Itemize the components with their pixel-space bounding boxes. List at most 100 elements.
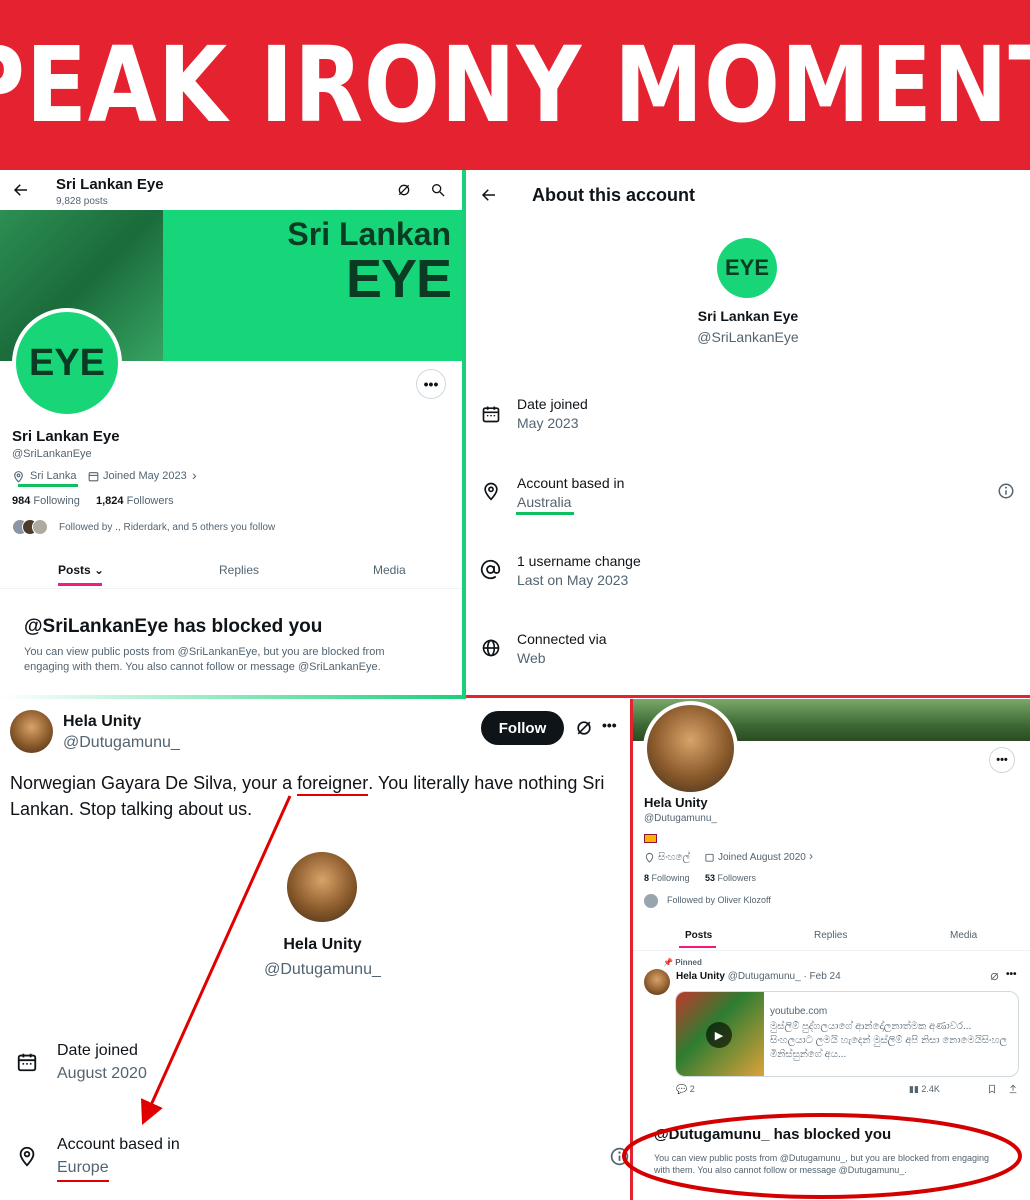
- handle: @Dutugamunu_: [644, 813, 717, 824]
- date-joined-label: Date joined: [57, 1042, 138, 1059]
- divider: [0, 588, 463, 589]
- info-icon[interactable]: [997, 482, 1015, 500]
- panel-separator: [0, 695, 466, 699]
- tab-media[interactable]: Media: [373, 563, 406, 577]
- blocked-title: @SriLankanEye has blocked you: [24, 616, 323, 637]
- display-name: Hela Unity: [644, 795, 708, 810]
- sri-lanka-flag-icon: [644, 834, 657, 843]
- calendar-icon: [16, 1051, 38, 1073]
- tab-replies[interactable]: Replies: [219, 563, 259, 577]
- followers-stat[interactable]: 1,824 Followers: [96, 495, 174, 507]
- hela-unity-tweet-panel: Hela Unity @Dutugamunu_ Follow ••• Norwe…: [0, 699, 630, 1200]
- follower-avatar: [32, 519, 48, 535]
- blocked-title: @Dutugamunu_ has blocked you: [654, 1126, 892, 1143]
- tab-posts[interactable]: Posts ⌄: [58, 563, 104, 577]
- date-joined-value: August 2020: [57, 1065, 147, 1082]
- highlighted-word: foreigner: [297, 773, 369, 796]
- at-sign-icon: [480, 559, 501, 580]
- location-highlight-underline: [18, 484, 78, 487]
- share-icon[interactable]: [1008, 1084, 1018, 1094]
- grok-icon[interactable]: [989, 971, 1000, 982]
- back-arrow-icon[interactable]: [480, 186, 498, 204]
- location-highlight-underline: [57, 1180, 109, 1182]
- account-based-value: Europe: [57, 1159, 109, 1176]
- grok-icon[interactable]: [574, 718, 594, 738]
- post-header: Hela Unity @Dutugamunu_ · Feb 24: [676, 971, 841, 982]
- view-count[interactable]: ▮▮ 2.4K: [909, 1084, 940, 1095]
- location-text: සිංහලේ: [658, 852, 691, 863]
- tab-media[interactable]: Media: [950, 930, 977, 941]
- tweet-text: Norwegian Gayara De Silva, your a foreig…: [10, 773, 605, 819]
- more-options-icon[interactable]: •••: [602, 717, 617, 733]
- post-more-icon[interactable]: •••: [1006, 969, 1017, 980]
- calendar-icon: [481, 404, 501, 424]
- avatar[interactable]: [643, 701, 738, 796]
- card-text: මුස්ලිම් පුද්ගලයාගේ ආන්දෝලනාත්මක අණාවර..…: [770, 1021, 1007, 1060]
- following-stat[interactable]: 984 Following: [12, 495, 80, 507]
- location-highlight-underline: [516, 512, 574, 515]
- tab-replies[interactable]: Replies: [814, 930, 847, 941]
- followed-by-text: Followed by Oliver Klozoff: [667, 895, 771, 905]
- tab-posts[interactable]: Posts: [685, 930, 712, 941]
- calendar-icon: [87, 470, 100, 483]
- grok-icon[interactable]: [396, 182, 412, 198]
- chevron-right-icon[interactable]: ›: [192, 467, 197, 483]
- hela-unity-profile-panel: ••• Hela Unity @Dutugamunu_ සිංහලේ Joine…: [633, 699, 1030, 1200]
- location-text: Sri Lanka: [30, 470, 77, 482]
- username-change-label: 1 username change: [517, 553, 641, 569]
- location-pin-icon: [644, 852, 655, 863]
- follow-button[interactable]: Follow: [481, 711, 564, 745]
- follower-avatars: [12, 519, 52, 537]
- date-joined-label: Date joined: [517, 396, 588, 412]
- divider: [633, 950, 1030, 951]
- reply-count[interactable]: 💬 2: [676, 1084, 695, 1095]
- blocked-message: You can view public posts from @Dutugamu…: [654, 1153, 989, 1175]
- back-arrow-icon[interactable]: [12, 181, 30, 199]
- play-icon: ▶: [706, 1022, 732, 1048]
- calendar-icon: [704, 852, 715, 863]
- banner-title: PEAK IRONY MOMENT: [0, 24, 1030, 146]
- more-options-button[interactable]: •••: [989, 747, 1015, 773]
- search-icon[interactable]: [430, 182, 446, 198]
- avatar[interactable]: EYE: [12, 308, 122, 418]
- author-handle[interactable]: @Dutugamunu_: [63, 734, 180, 752]
- followed-by-text: Followed by ., Riderdark, and 5 others y…: [59, 522, 276, 533]
- chevron-right-icon[interactable]: ›: [809, 849, 813, 863]
- avatar: EYE: [717, 238, 777, 298]
- about-name: Hela Unity: [283, 936, 362, 953]
- following-stat[interactable]: 8 Following: [644, 873, 690, 883]
- srilankaneye-profile-panel: Sri Lankan Eye 9,828 posts Sri Lankan EY…: [0, 170, 463, 697]
- joined-date: Joined May 2023: [103, 470, 187, 482]
- about-avatar: [287, 852, 357, 922]
- active-tab-underline: [679, 946, 716, 948]
- link-card[interactable]: ▶ youtube.com මුස්ලිම් පුද්ගලයාගේ ආන්දෝල…: [675, 991, 1019, 1077]
- more-options-button[interactable]: •••: [416, 369, 446, 399]
- author-name[interactable]: Hela Unity: [63, 713, 141, 731]
- location-pin-icon: [12, 470, 25, 483]
- follower-avatar: [644, 894, 658, 908]
- avatar[interactable]: [10, 710, 53, 753]
- post-avatar[interactable]: [644, 969, 670, 995]
- title-banner: PEAK IRONY MOMENT: [0, 0, 1030, 170]
- page-title: About this account: [532, 185, 695, 205]
- location-pin-icon: [16, 1145, 38, 1167]
- display-name: Sri Lankan Eye: [12, 428, 120, 445]
- globe-icon: [481, 638, 501, 658]
- connected-via-label: Connected via: [517, 631, 607, 647]
- about-account-panel: About this account EYE Sri Lankan Eye @S…: [466, 170, 1030, 697]
- post-count: 9,828 posts: [56, 196, 108, 207]
- joined-date: Joined August 2020: [718, 852, 806, 863]
- panel-separator: [630, 699, 633, 1200]
- account-based-label: Account based in: [517, 475, 625, 491]
- date-joined-value: May 2023: [517, 415, 579, 431]
- header-name: Sri Lankan Eye: [56, 176, 164, 193]
- account-based-label: Account based in: [57, 1136, 180, 1153]
- info-icon[interactable]: [609, 1146, 630, 1167]
- followers-stat[interactable]: 53 Followers: [705, 873, 756, 883]
- bookmark-icon[interactable]: [987, 1084, 997, 1094]
- panel-separator: [466, 695, 1030, 698]
- panel-separator: [462, 170, 466, 699]
- active-tab-underline: [58, 583, 102, 586]
- handle: @SriLankanEye: [12, 448, 92, 460]
- cover-text-line2: EYE: [345, 249, 452, 309]
